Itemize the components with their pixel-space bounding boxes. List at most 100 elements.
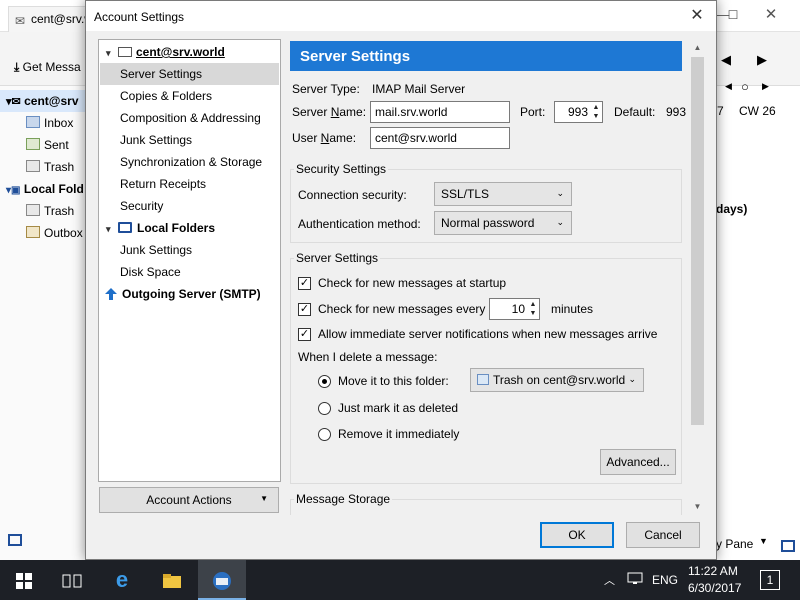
tree-composition[interactable]: Composition & Addressing bbox=[100, 107, 279, 129]
folder-local-label: Local Fold bbox=[23, 182, 84, 196]
advanced-button[interactable]: Advanced... bbox=[600, 449, 676, 475]
tree-account[interactable]: ▾ cent@srv.world bbox=[100, 41, 279, 63]
account-actions-button[interactable]: Account Actions ▼ bbox=[99, 487, 279, 513]
envelope-icon: ✉ bbox=[15, 14, 26, 28]
scrollbar-thumb[interactable] bbox=[691, 57, 704, 425]
next-small-icon[interactable]: ▶ bbox=[762, 81, 769, 92]
tree-outgoing-label: Outgoing Server (SMTP) bbox=[122, 287, 261, 301]
tree-local-folders[interactable]: ▾ Local Folders bbox=[100, 217, 279, 239]
port-value: 993 bbox=[567, 105, 588, 119]
close-icon[interactable]: ✕ bbox=[682, 3, 712, 29]
tree-copies-folders[interactable]: Copies & Folders bbox=[100, 85, 279, 107]
prev-arrow-icon[interactable]: ◀ bbox=[721, 52, 731, 68]
folder-pane: ▾✉ cent@srv Inbox Sent Trash ▾▣ Local Fo… bbox=[0, 86, 86, 560]
folder-label: Outbox bbox=[44, 226, 83, 240]
windows-logo-icon bbox=[16, 572, 32, 589]
folder-sent[interactable]: Sent bbox=[0, 134, 86, 156]
auth-method-select[interactable]: Normal password ⌄ bbox=[434, 211, 572, 235]
monitor-icon bbox=[118, 222, 132, 233]
check-every-checkbox[interactable]: ✓ bbox=[298, 303, 311, 316]
clock-date[interactable]: 6/30/2017 bbox=[688, 581, 741, 595]
user-name-field[interactable]: cent@srv.world bbox=[370, 127, 510, 149]
chevron-down-icon: ▼ bbox=[260, 494, 268, 503]
start-button[interactable] bbox=[0, 560, 48, 600]
dialog-titlebar: Account Settings ✕ bbox=[86, 1, 716, 31]
envelope-icon: ▾✉ bbox=[6, 96, 21, 108]
check-every-label: Check for new messages every bbox=[318, 302, 486, 316]
tree-local-folders-label: Local Folders bbox=[137, 221, 216, 235]
move-radio[interactable] bbox=[318, 375, 331, 388]
tree-sync-storage[interactable]: Synchronization & Storage bbox=[100, 151, 279, 173]
maximize-icon[interactable]: ☐ bbox=[718, 4, 748, 26]
folder-label: Sent bbox=[44, 138, 69, 152]
allow-notify-checkbox[interactable]: ✓ bbox=[298, 328, 311, 341]
account-settings-dialog: Account Settings ✕ ▾ cent@srv.world Serve… bbox=[85, 0, 717, 560]
taskbar: e ︿ 🔊 ENG 11:22 AM 6/30/2017 1 bbox=[0, 560, 800, 600]
thunderbird-icon bbox=[213, 571, 231, 590]
server-type-label: Server Type: bbox=[292, 82, 360, 96]
folder-account[interactable]: ▾✉ cent@srv bbox=[0, 90, 86, 112]
folder-outbox[interactable]: Outbox bbox=[0, 222, 86, 244]
mark-deleted-radio[interactable] bbox=[318, 402, 331, 415]
panel-header: Server Settings bbox=[290, 41, 682, 71]
auth-method-label: Authentication method: bbox=[298, 217, 421, 231]
connection-security-select[interactable]: SSL/TLS ⌄ bbox=[434, 182, 572, 206]
ok-button[interactable]: OK bbox=[540, 522, 614, 548]
close-icon[interactable]: ✕ bbox=[756, 4, 786, 26]
today-circle-icon[interactable]: ○ bbox=[741, 79, 749, 94]
mark-deleted-label: Just mark it as deleted bbox=[338, 401, 459, 415]
network-icon[interactable] bbox=[627, 572, 643, 588]
trash-icon bbox=[26, 204, 40, 216]
folder-icon bbox=[477, 374, 489, 385]
spinner-arrows-icon[interactable]: ▲ ▼ bbox=[591, 103, 601, 121]
tree-junk-settings[interactable]: Junk Settings bbox=[100, 129, 279, 151]
port-field[interactable]: 993 ▲ ▼ bbox=[554, 101, 603, 123]
check-startup-checkbox[interactable]: ✓ bbox=[298, 277, 311, 290]
chevron-up-icon[interactable]: ︿ bbox=[604, 572, 615, 588]
move-folder-value: Trash on cent@srv.world bbox=[493, 373, 626, 387]
scroll-up-icon[interactable]: ▲ bbox=[689, 39, 706, 56]
cancel-button[interactable]: Cancel bbox=[626, 522, 700, 548]
scroll-down-icon[interactable]: ▼ bbox=[689, 498, 706, 515]
checkmark-icon: ✓ bbox=[299, 303, 310, 315]
inbox-icon bbox=[26, 116, 40, 128]
folder-trash[interactable]: Trash bbox=[0, 156, 86, 178]
tree-security[interactable]: Security bbox=[100, 195, 279, 217]
default-value: 993 bbox=[666, 105, 687, 119]
panel-scrollbar[interactable]: ▲ ▼ bbox=[689, 39, 706, 515]
folder-inbox[interactable]: Inbox bbox=[0, 112, 86, 134]
spinner-arrows-icon[interactable]: ▲ ▼ bbox=[528, 300, 538, 318]
folder-label: Inbox bbox=[44, 116, 74, 130]
notification-icon[interactable]: 1 bbox=[760, 570, 780, 590]
file-explorer-icon[interactable] bbox=[148, 560, 196, 600]
next-arrow-icon[interactable]: ▶ bbox=[757, 52, 767, 68]
tree-return-receipts[interactable]: Return Receipts bbox=[100, 173, 279, 195]
remove-radio[interactable] bbox=[318, 428, 331, 441]
server-name-field[interactable]: mail.srv.world bbox=[370, 101, 510, 123]
tree-server-settings[interactable]: Server Settings bbox=[100, 63, 279, 85]
monitor-icon bbox=[627, 572, 643, 584]
tree-account-label: cent@srv.world bbox=[136, 45, 225, 59]
connection-security-value: SSL/TLS bbox=[441, 187, 490, 201]
task-view-button[interactable] bbox=[48, 560, 96, 600]
checkmark-icon: ✓ bbox=[299, 328, 310, 340]
prev-small-icon[interactable]: ◀ bbox=[725, 81, 732, 92]
folder-local[interactable]: ▾▣ Local Fold bbox=[0, 178, 86, 200]
task-view-icon bbox=[62, 574, 82, 588]
folder-local-trash[interactable]: Trash bbox=[0, 200, 86, 222]
edge-icon[interactable]: e bbox=[98, 560, 146, 600]
language-indicator[interactable]: ENG bbox=[652, 573, 678, 587]
tree-outgoing-server[interactable]: Outgoing Server (SMTP) bbox=[100, 283, 279, 305]
move-folder-select[interactable]: Trash on cent@srv.world ⌄ bbox=[470, 368, 644, 392]
tree-local-junk[interactable]: Junk Settings bbox=[100, 239, 279, 261]
get-messages-button[interactable]: ⤓ Get Messa bbox=[14, 60, 81, 75]
clock-time[interactable]: 11:22 AM bbox=[688, 564, 738, 578]
tree-disk-space[interactable]: Disk Space bbox=[100, 261, 279, 283]
folder-account-label: cent@srv bbox=[24, 94, 79, 108]
outgoing-icon bbox=[105, 288, 117, 300]
chevron-down-icon[interactable]: ▼ bbox=[759, 536, 768, 546]
thunderbird-taskbar-icon[interactable] bbox=[198, 560, 246, 600]
remove-label: Remove it immediately bbox=[338, 427, 460, 441]
check-interval-field[interactable]: 10 ▲ ▼ bbox=[489, 298, 540, 320]
outbox-icon bbox=[26, 226, 40, 238]
